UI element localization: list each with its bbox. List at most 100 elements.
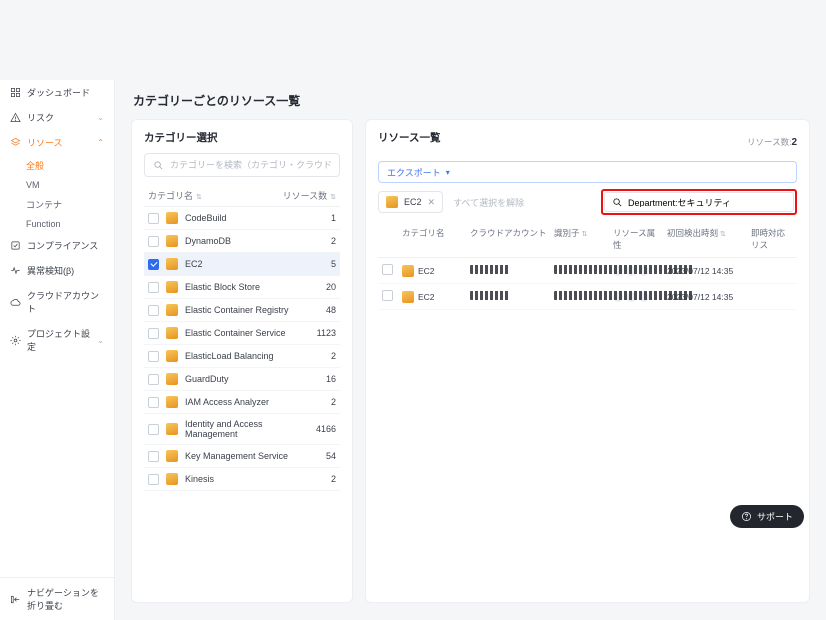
aws-icon	[386, 196, 398, 208]
category-name: Identity and Access Management	[185, 419, 309, 439]
chevron-down-icon: ▾	[446, 168, 450, 177]
export-button[interactable]: エクスポート ▾	[378, 161, 797, 183]
sort-icon[interactable]: ⇅	[720, 231, 726, 238]
sidebar-item-label: リソース	[27, 136, 63, 149]
resource-row[interactable]: EC22023/07/12 14:35	[378, 258, 797, 284]
sidebar-item-dashboard[interactable]: ダッシュボード	[0, 80, 114, 105]
close-icon[interactable]: ✕	[428, 197, 436, 208]
aws-icon	[166, 235, 178, 247]
sidebar-item-resource[interactable]: リソース ⌃	[0, 130, 114, 155]
sidebar-sub-general[interactable]: 全般	[0, 155, 114, 176]
clear-selection-button[interactable]: すべて選択を解除	[453, 196, 524, 209]
sidebar-item-project-settings[interactable]: プロジェクト設定 ⌄	[0, 321, 114, 359]
support-button[interactable]: サポート	[730, 505, 804, 528]
sidebar-sub-function[interactable]: Function	[0, 215, 114, 233]
sidebar-item-cloud-account[interactable]: クラウドアカウント	[0, 283, 114, 321]
category-row[interactable]: Elastic Container Registry48	[144, 299, 340, 322]
sort-icon[interactable]: ⇅	[582, 231, 588, 238]
category-count: 20	[326, 282, 336, 292]
category-name: Kinesis	[185, 474, 214, 484]
search-icon	[612, 197, 623, 208]
category-name: Elastic Container Registry	[185, 305, 289, 315]
category-count: 2	[331, 474, 336, 484]
checkbox[interactable]	[148, 424, 159, 435]
checkbox[interactable]	[148, 374, 159, 385]
category-row[interactable]: Key Management Service54	[144, 445, 340, 468]
redacted-text	[554, 291, 694, 300]
resource-panel: リソース一覧 リソース数:2 エクスポート ▾ EC2 ✕ すべて選択を解除	[365, 119, 810, 603]
aws-icon	[166, 373, 178, 385]
aws-icon	[166, 450, 178, 462]
category-row[interactable]: Identity and Access Management4166	[144, 414, 340, 445]
category-row[interactable]: GuardDuty16	[144, 368, 340, 391]
sort-icon[interactable]: ⇅	[196, 194, 202, 201]
main-content: カテゴリーごとのリソース一覧 カテゴリー選択 カテゴリ名⇅ リソース数⇅ Cod…	[115, 80, 826, 620]
aws-icon	[166, 473, 178, 485]
aws-icon	[402, 291, 414, 303]
checkbox[interactable]	[148, 474, 159, 485]
collapse-label: ナビゲーションを折り畳む	[27, 586, 104, 612]
category-count: 1123	[317, 328, 336, 338]
aws-icon	[402, 265, 414, 277]
checkbox[interactable]	[148, 397, 159, 408]
chevron-down-icon: ⌄	[97, 336, 104, 345]
sidebar-item-label: 異常検知(β)	[27, 264, 74, 277]
row-category: EC2	[418, 266, 435, 276]
aws-icon	[166, 304, 178, 316]
aws-icon	[166, 327, 178, 339]
sidebar-sub-container[interactable]: コンテナ	[0, 194, 114, 215]
category-panel-title: カテゴリー選択	[144, 130, 340, 145]
category-name: ElasticLoad Balancing	[185, 351, 274, 361]
checkbox[interactable]	[148, 236, 159, 247]
chevron-down-icon: ⌄	[97, 113, 104, 122]
category-name: EC2	[185, 259, 203, 269]
category-row[interactable]: DynamoDB2	[144, 230, 340, 253]
sidebar-item-compliance[interactable]: コンプライアンス	[0, 233, 114, 258]
category-count: 54	[326, 451, 336, 461]
category-row[interactable]: EC25	[144, 253, 340, 276]
aws-icon	[166, 258, 178, 270]
category-row[interactable]: IAM Access Analyzer2	[144, 391, 340, 414]
sidebar-item-label: コンプライアンス	[27, 239, 98, 252]
resource-table-header: カテゴリ名 クラウドアカウント 識別子⇅ リソース属性 初回検出時刻⇅ 即時対応…	[378, 221, 797, 258]
sidebar-item-risk[interactable]: リスク ⌄	[0, 105, 114, 130]
category-row[interactable]: Kinesis 2	[144, 468, 340, 491]
checkbox[interactable]	[382, 290, 393, 301]
checkbox[interactable]	[148, 213, 159, 224]
checkbox[interactable]	[148, 259, 159, 270]
sidebar-item-label: ダッシュボード	[27, 86, 90, 99]
sidebar-item-anomaly[interactable]: 異常検知(β)	[0, 258, 114, 283]
category-row[interactable]: Elastic Block Store20	[144, 276, 340, 299]
category-row[interactable]: CodeBuild1	[144, 207, 340, 230]
aws-icon	[166, 423, 178, 435]
resource-search-input[interactable]	[628, 197, 786, 207]
category-count: 16	[326, 374, 336, 384]
checkbox[interactable]	[148, 451, 159, 462]
checkbox[interactable]	[148, 328, 159, 339]
filter-chip-ec2[interactable]: EC2 ✕	[378, 191, 443, 213]
category-row[interactable]: ElasticLoad Balancing 2	[144, 345, 340, 368]
collapse-icon	[10, 594, 21, 605]
checkbox[interactable]	[148, 305, 159, 316]
checkbox[interactable]	[382, 264, 393, 275]
resource-row[interactable]: EC22023/07/12 14:35	[378, 284, 797, 310]
layers-icon	[10, 137, 21, 148]
checkbox[interactable]	[148, 282, 159, 293]
collapse-nav-button[interactable]: ナビゲーションを折り畳む	[0, 577, 114, 620]
cloud-icon	[10, 297, 21, 308]
aws-icon	[166, 396, 178, 408]
category-name: Elastic Container Service	[185, 328, 286, 338]
category-search-input[interactable]	[170, 160, 331, 170]
category-count: 2	[331, 397, 336, 407]
category-row[interactable]: Elastic Container Service 1123	[144, 322, 340, 345]
pulse-icon	[10, 265, 21, 276]
category-count: 2	[331, 351, 336, 361]
sidebar-sub-vm[interactable]: VM	[0, 176, 114, 194]
checkbox[interactable]	[148, 351, 159, 362]
gear-icon	[10, 335, 21, 346]
check-icon	[10, 240, 21, 251]
sort-icon[interactable]: ⇅	[330, 194, 336, 201]
category-search[interactable]	[144, 153, 340, 177]
resource-search[interactable]	[604, 192, 794, 212]
resource-list: EC22023/07/12 14:35EC22023/07/12 14:35	[378, 258, 797, 310]
